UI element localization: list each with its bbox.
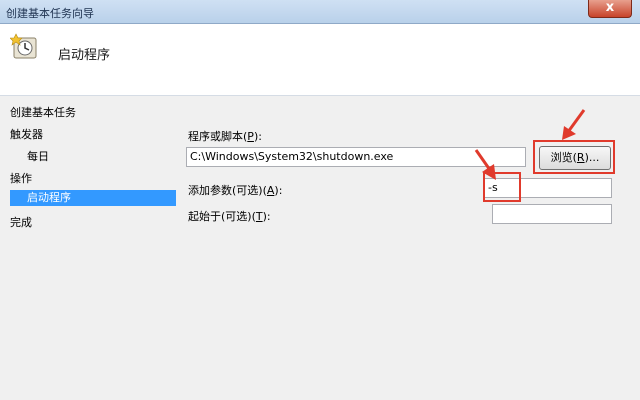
arrow-icon bbox=[562, 109, 586, 140]
browse-label-end: )... bbox=[584, 151, 600, 164]
start-label-key: T bbox=[255, 210, 263, 223]
program-label-end: ): bbox=[253, 130, 262, 143]
step-action[interactable]: 操作 bbox=[10, 170, 32, 186]
arrow-icon bbox=[474, 149, 496, 180]
program-label-text: 程序或脚本( bbox=[188, 130, 248, 143]
args-input[interactable]: -s bbox=[484, 178, 612, 198]
program-label-key: P bbox=[247, 130, 254, 143]
window-title: 创建基本任务向导 bbox=[6, 7, 94, 20]
wizard-steps: 创建基本任务 触发器 每日 操作 启动程序 完成 bbox=[0, 96, 176, 400]
args-label: 添加参数(可选)(A): bbox=[188, 182, 282, 198]
step-create-basic-task[interactable]: 创建基本任务 bbox=[10, 104, 76, 120]
browse-label-key: R bbox=[576, 151, 585, 164]
step-trigger[interactable]: 触发器 bbox=[10, 126, 43, 142]
start-label-text: 起始于(可选)( bbox=[188, 210, 256, 223]
title-bar: 创建基本任务向导 x bbox=[0, 0, 640, 24]
start-in-label: 起始于(可选)(T): bbox=[188, 208, 271, 224]
browse-label-text: 浏览( bbox=[550, 151, 577, 164]
step-start-program[interactable]: 启动程序 bbox=[10, 190, 176, 206]
wizard-header: 启动程序 bbox=[0, 24, 640, 96]
start-in-input[interactable] bbox=[492, 204, 612, 224]
page-title: 启动程序 bbox=[58, 48, 111, 63]
args-label-end: ): bbox=[274, 184, 283, 197]
program-label: 程序或脚本(P): bbox=[188, 128, 262, 144]
step-daily[interactable]: 每日 bbox=[27, 148, 49, 164]
step-finish[interactable]: 完成 bbox=[10, 214, 32, 230]
start-label-end: ): bbox=[262, 210, 271, 223]
args-label-text: 添加参数(可选)( bbox=[188, 184, 267, 197]
task-clock-icon bbox=[10, 33, 37, 59]
close-button[interactable]: x bbox=[588, 0, 632, 18]
browse-button[interactable]: 浏览(R)... bbox=[539, 146, 611, 170]
